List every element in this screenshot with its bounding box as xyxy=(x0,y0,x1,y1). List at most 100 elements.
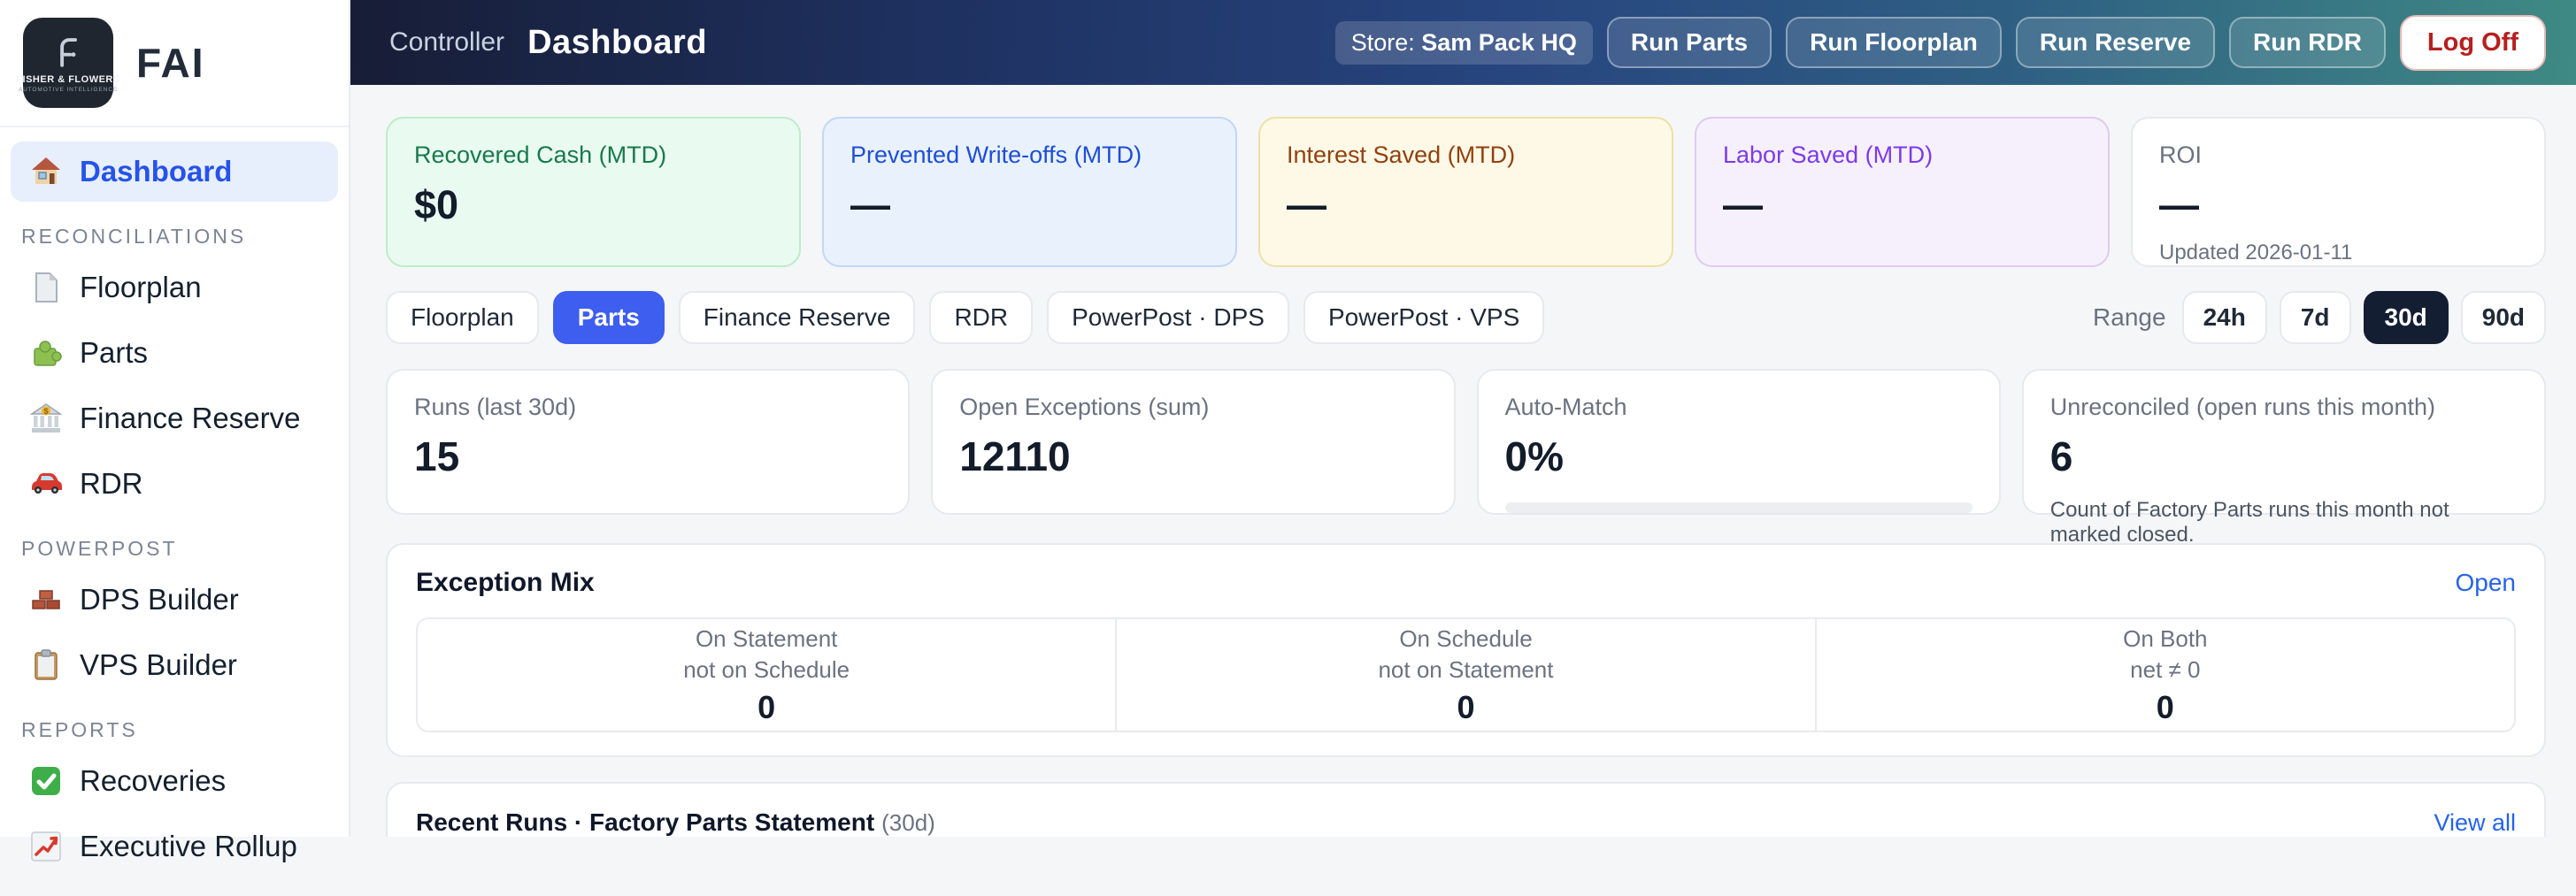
kpi-label: Labor Saved (MTD) xyxy=(1723,142,2081,169)
tab-parts[interactable]: Parts xyxy=(553,291,665,344)
mix-line1: On Statement xyxy=(418,624,1115,654)
puzzle-icon xyxy=(28,335,64,371)
view-all-link[interactable]: View all xyxy=(2434,809,2516,837)
mix-line1: On Schedule xyxy=(1117,624,1814,654)
recent-runs-title: Recent Runs · Factory Parts Statement (30… xyxy=(416,808,935,837)
stat-card-runs: Runs (last 30d) 15 xyxy=(386,369,910,515)
brand-row: FISHER & FLOWERS AUTOMOTIVE INTELLIGENCE… xyxy=(0,0,349,127)
tab-powerpost-vps[interactable]: PowerPost · VPS xyxy=(1303,291,1544,344)
stat-value: 0% xyxy=(1505,433,1972,480)
brand-logo: FISHER & FLOWERS AUTOMOTIVE INTELLIGENCE xyxy=(23,18,113,108)
stat-label: Auto-Match xyxy=(1505,394,1972,421)
kpi-card-labor-saved: Labor Saved (MTD) — xyxy=(1695,117,2110,267)
stat-value: 15 xyxy=(414,433,881,480)
mix-col-on-both: On Both net ≠ 0 0 xyxy=(1815,619,2514,731)
tab-rdr[interactable]: RDR xyxy=(929,291,1033,344)
range-30d[interactable]: 30d xyxy=(2364,291,2449,344)
kpi-card-roi: ROI — Updated 2026-01-11 xyxy=(2131,117,2546,267)
sidebar-section-powerpost: POWERPOST xyxy=(11,519,338,570)
sidebar-nav: Dashboard RECONCILIATIONS Floorplan Part… xyxy=(0,127,349,896)
sidebar-item-label: Parts xyxy=(80,336,148,370)
sidebar-item-label: Floorplan xyxy=(80,271,202,304)
topbar: Controller Dashboard Store: Sam Pack HQ … xyxy=(350,0,2576,85)
kpi-value: — xyxy=(1723,182,2081,228)
stat-value: 6 xyxy=(2050,433,2518,480)
range-label: Range xyxy=(2093,303,2166,332)
mix-value: 0 xyxy=(418,689,1115,726)
page-title: Dashboard xyxy=(527,24,707,62)
stat-value: 12110 xyxy=(959,433,1426,480)
kpi-value: $0 xyxy=(414,182,773,228)
app-label: Controller xyxy=(389,27,504,57)
sidebar-item-finance-reserve[interactable]: $ Finance Reserve xyxy=(11,388,338,448)
kpi-card-prevented-writeoffs: Prevented Write-offs (MTD) — xyxy=(822,117,1237,267)
kpi-value: — xyxy=(2159,182,2518,228)
range-90d[interactable]: 90d xyxy=(2461,291,2546,344)
mix-line2: not on Schedule xyxy=(418,655,1115,685)
exception-mix-card: Exception Mix Open On Statement not on S… xyxy=(386,543,2546,757)
mix-line2: net ≠ 0 xyxy=(1817,655,2514,685)
sidebar-section-reconciliations: RECONCILIATIONS xyxy=(11,207,338,257)
tab-floorplan[interactable]: Floorplan xyxy=(386,291,539,344)
kpi-label: Interest Saved (MTD) xyxy=(1287,142,1645,169)
recent-runs-title-text: Recent Runs · Factory Parts Statement xyxy=(416,808,874,836)
run-reserve-button[interactable]: Run Reserve xyxy=(2016,17,2215,68)
bricks-icon xyxy=(28,582,64,617)
kpi-row: Recovered Cash (MTD) $0 Prevented Write-… xyxy=(386,117,2546,267)
range-7d[interactable]: 7d xyxy=(2280,291,2351,344)
range-24h[interactable]: 24h xyxy=(2182,291,2267,344)
sidebar-item-dps-builder[interactable]: DPS Builder xyxy=(11,570,338,630)
recent-runs-range-suffix: (30d) xyxy=(881,809,935,836)
bank-icon: $ xyxy=(28,401,64,436)
mix-value: 0 xyxy=(1117,689,1814,726)
recent-runs-header: Recent Runs · Factory Parts Statement (30… xyxy=(416,808,2516,837)
sidebar-item-floorplan[interactable]: Floorplan xyxy=(11,257,338,318)
sidebar-item-vps-builder[interactable]: VPS Builder xyxy=(11,635,338,695)
run-floorplan-button[interactable]: Run Floorplan xyxy=(1786,17,2002,68)
sidebar-item-recoveries[interactable]: Recoveries xyxy=(11,751,338,811)
dashboard-content: Recovered Cash (MTD) $0 Prevented Write-… xyxy=(350,85,2576,837)
topbar-actions: Store: Sam Pack HQ Run Parts Run Floorpl… xyxy=(1335,15,2546,71)
exception-mix-title: Exception Mix xyxy=(416,568,595,598)
sidebar-item-label: DPS Builder xyxy=(80,583,239,616)
sidebar: FISHER & FLOWERS AUTOMOTIVE INTELLIGENCE… xyxy=(0,0,350,837)
recent-runs-card: Recent Runs · Factory Parts Statement (30… xyxy=(386,782,2546,837)
brand-logo-tagline: AUTOMOTIVE INTELLIGENCE xyxy=(19,87,118,93)
sidebar-item-label: Finance Reserve xyxy=(80,402,300,435)
sidebar-item-label: Recoveries xyxy=(80,764,226,798)
stat-label: Open Exceptions (sum) xyxy=(959,394,1426,421)
tab-finance-reserve[interactable]: Finance Reserve xyxy=(679,291,916,344)
kpi-value: — xyxy=(1287,182,1645,228)
sidebar-item-label: Executive Rollup xyxy=(80,830,297,863)
brand-logo-name: FISHER & FLOWERS xyxy=(16,74,119,85)
svg-text:$: $ xyxy=(43,407,48,416)
stat-card-auto-match: Auto-Match 0% xyxy=(1477,369,2001,515)
tab-powerpost-dps[interactable]: PowerPost · DPS xyxy=(1047,291,1289,344)
kpi-label: ROI xyxy=(2159,142,2518,169)
house-icon xyxy=(28,154,64,189)
store-selector[interactable]: Store: Sam Pack HQ xyxy=(1335,21,1593,65)
sidebar-item-dashboard[interactable]: Dashboard xyxy=(11,142,338,202)
auto-match-progress xyxy=(1505,502,1972,513)
exception-mix-open-link[interactable]: Open xyxy=(2456,569,2517,597)
sidebar-item-executive-rollup[interactable]: Executive Rollup xyxy=(11,816,338,877)
sidebar-item-label: VPS Builder xyxy=(80,648,237,682)
store-name: Sam Pack HQ xyxy=(1421,29,1577,56)
filter-row: Floorplan Parts Finance Reserve RDR Powe… xyxy=(386,291,2546,344)
mix-line2: not on Statement xyxy=(1117,655,1814,685)
sidebar-item-label: Dashboard xyxy=(80,155,232,188)
check-icon xyxy=(28,763,64,799)
run-rdr-button[interactable]: Run RDR xyxy=(2229,17,2386,68)
brand-short-name: FAI xyxy=(136,39,205,87)
log-off-button[interactable]: Log Off xyxy=(2400,15,2546,71)
sidebar-item-label: RDR xyxy=(80,467,143,501)
car-icon xyxy=(28,466,64,502)
stat-card-open-exceptions: Open Exceptions (sum) 12110 xyxy=(931,369,1455,515)
sidebar-item-parts[interactable]: Parts xyxy=(11,323,338,383)
kpi-card-interest-saved: Interest Saved (MTD) — xyxy=(1258,117,1673,267)
document-icon xyxy=(28,270,64,305)
stat-card-unreconciled: Unreconciled (open runs this month) 6 Co… xyxy=(2022,369,2546,515)
sidebar-item-rdr[interactable]: RDR xyxy=(11,454,338,514)
mix-col-on-schedule: On Schedule not on Statement 0 xyxy=(1115,619,1814,731)
run-parts-button[interactable]: Run Parts xyxy=(1607,17,1772,68)
